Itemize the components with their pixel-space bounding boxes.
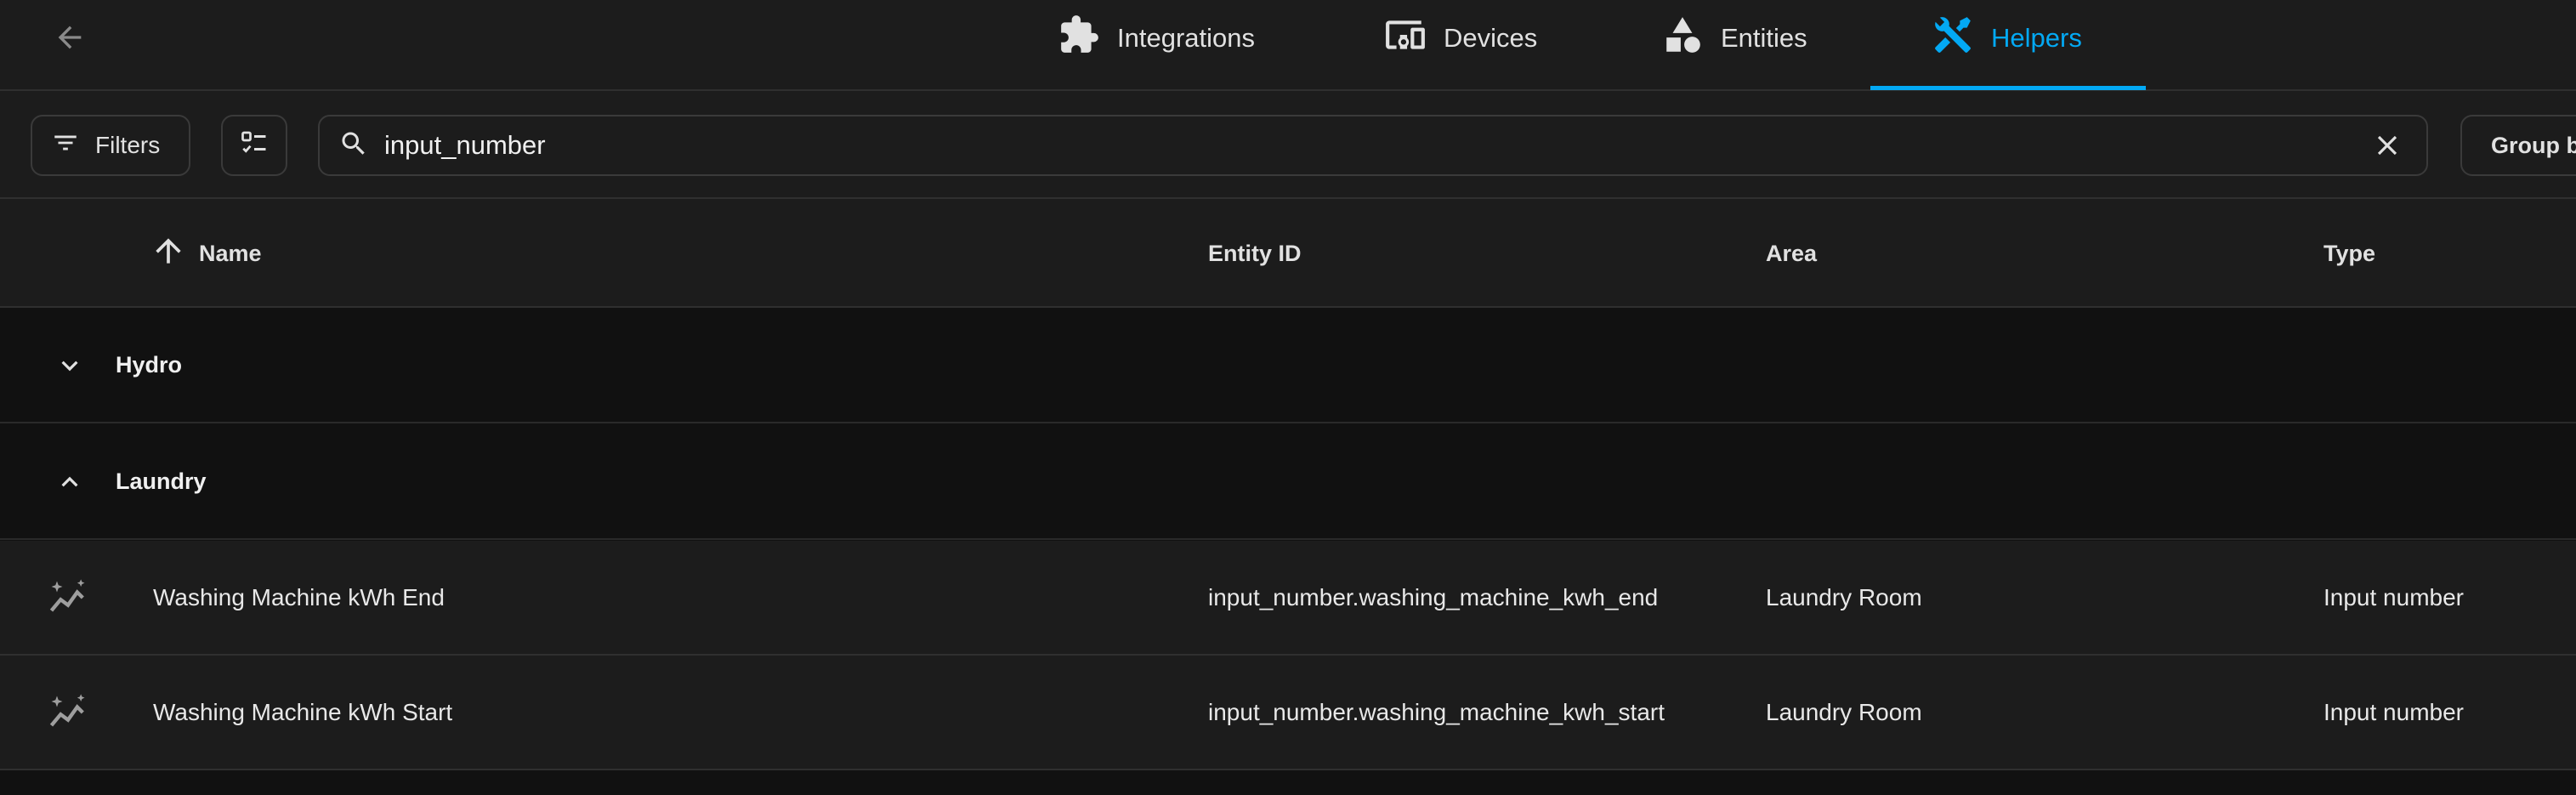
close-icon bbox=[2371, 129, 2403, 166]
group-by-label: Group by bbox=[2491, 132, 2576, 158]
tab-helpers[interactable]: Helpers bbox=[1932, 0, 2082, 91]
search-toolbar: Filters input_number Group by bbox=[0, 91, 2576, 199]
cell-area: Laundry Room bbox=[1766, 583, 1922, 610]
table-header: Name Entity ID Area Type bbox=[0, 199, 2576, 308]
selection-mode-button[interactable] bbox=[221, 115, 287, 176]
cell-name: Washing Machine kWh Start bbox=[153, 698, 453, 725]
cell-area: Laundry Room bbox=[1766, 698, 1922, 725]
group-label: Laundry bbox=[116, 468, 207, 494]
filters-label: Filters bbox=[95, 132, 161, 158]
chevron-up-icon bbox=[53, 465, 87, 499]
cell-type: Input number bbox=[2324, 583, 2464, 610]
table-row[interactable]: Washing Machine kWh End input_number.was… bbox=[0, 541, 2576, 656]
column-label: Name bbox=[199, 240, 262, 266]
chevron-down-icon bbox=[53, 349, 87, 383]
cell-type: Input number bbox=[2324, 698, 2464, 725]
devices-icon bbox=[1384, 14, 1427, 63]
column-label: Type bbox=[2324, 240, 2376, 266]
tab-label: Devices bbox=[1444, 22, 1538, 53]
column-header-area[interactable]: Area bbox=[1766, 199, 1817, 308]
column-header-entity-id[interactable]: Entity ID bbox=[1208, 199, 1302, 308]
active-tab-indicator bbox=[1870, 86, 2146, 90]
tab-integrations[interactable]: Integrations bbox=[1058, 0, 1255, 91]
search-value[interactable]: input_number bbox=[384, 130, 2426, 161]
tab-entities[interactable]: Entities bbox=[1661, 0, 1807, 91]
column-header-type[interactable]: Type bbox=[2324, 199, 2375, 308]
chart-sparkle-icon bbox=[44, 656, 92, 769]
tab-devices[interactable]: Devices bbox=[1384, 0, 1537, 91]
column-label: Entity ID bbox=[1208, 240, 1302, 266]
clear-search-button[interactable] bbox=[2370, 130, 2404, 164]
cell-name: Washing Machine kWh End bbox=[153, 583, 445, 610]
shapes-icon bbox=[1661, 14, 1704, 63]
group-by-button[interactable]: Group by bbox=[2460, 115, 2576, 176]
tab-label: Entities bbox=[1721, 22, 1807, 53]
filters-button[interactable]: Filters bbox=[31, 115, 190, 176]
tab-label: Integrations bbox=[1117, 22, 1255, 53]
checklist-icon bbox=[239, 128, 270, 164]
column-label: Area bbox=[1766, 240, 1818, 266]
filter-icon bbox=[51, 128, 80, 163]
puzzle-icon bbox=[1058, 14, 1100, 63]
search-icon bbox=[338, 128, 369, 163]
arrow-left-icon bbox=[53, 20, 87, 59]
search-input[interactable]: input_number bbox=[318, 115, 2428, 176]
top-app-bar: Integrations Devices Entities Helpers bbox=[0, 0, 2576, 91]
column-header-name[interactable]: Name bbox=[150, 199, 262, 308]
tab-label: Helpers bbox=[1991, 22, 2082, 53]
group-row-hydro[interactable]: Hydro bbox=[0, 308, 2576, 423]
table-row[interactable]: Washing Machine kWh Start input_number.w… bbox=[0, 656, 2576, 770]
sort-ascending-icon bbox=[150, 232, 187, 275]
group-row-laundry[interactable]: Laundry bbox=[0, 424, 2576, 540]
back-button[interactable] bbox=[44, 14, 95, 65]
cell-entity-id: input_number.washing_machine_kwh_end bbox=[1208, 583, 1659, 610]
chart-sparkle-icon bbox=[44, 541, 92, 654]
tools-icon bbox=[1932, 14, 1974, 63]
group-label: Hydro bbox=[116, 351, 183, 378]
cell-entity-id: input_number.washing_machine_kwh_start bbox=[1208, 698, 1665, 725]
